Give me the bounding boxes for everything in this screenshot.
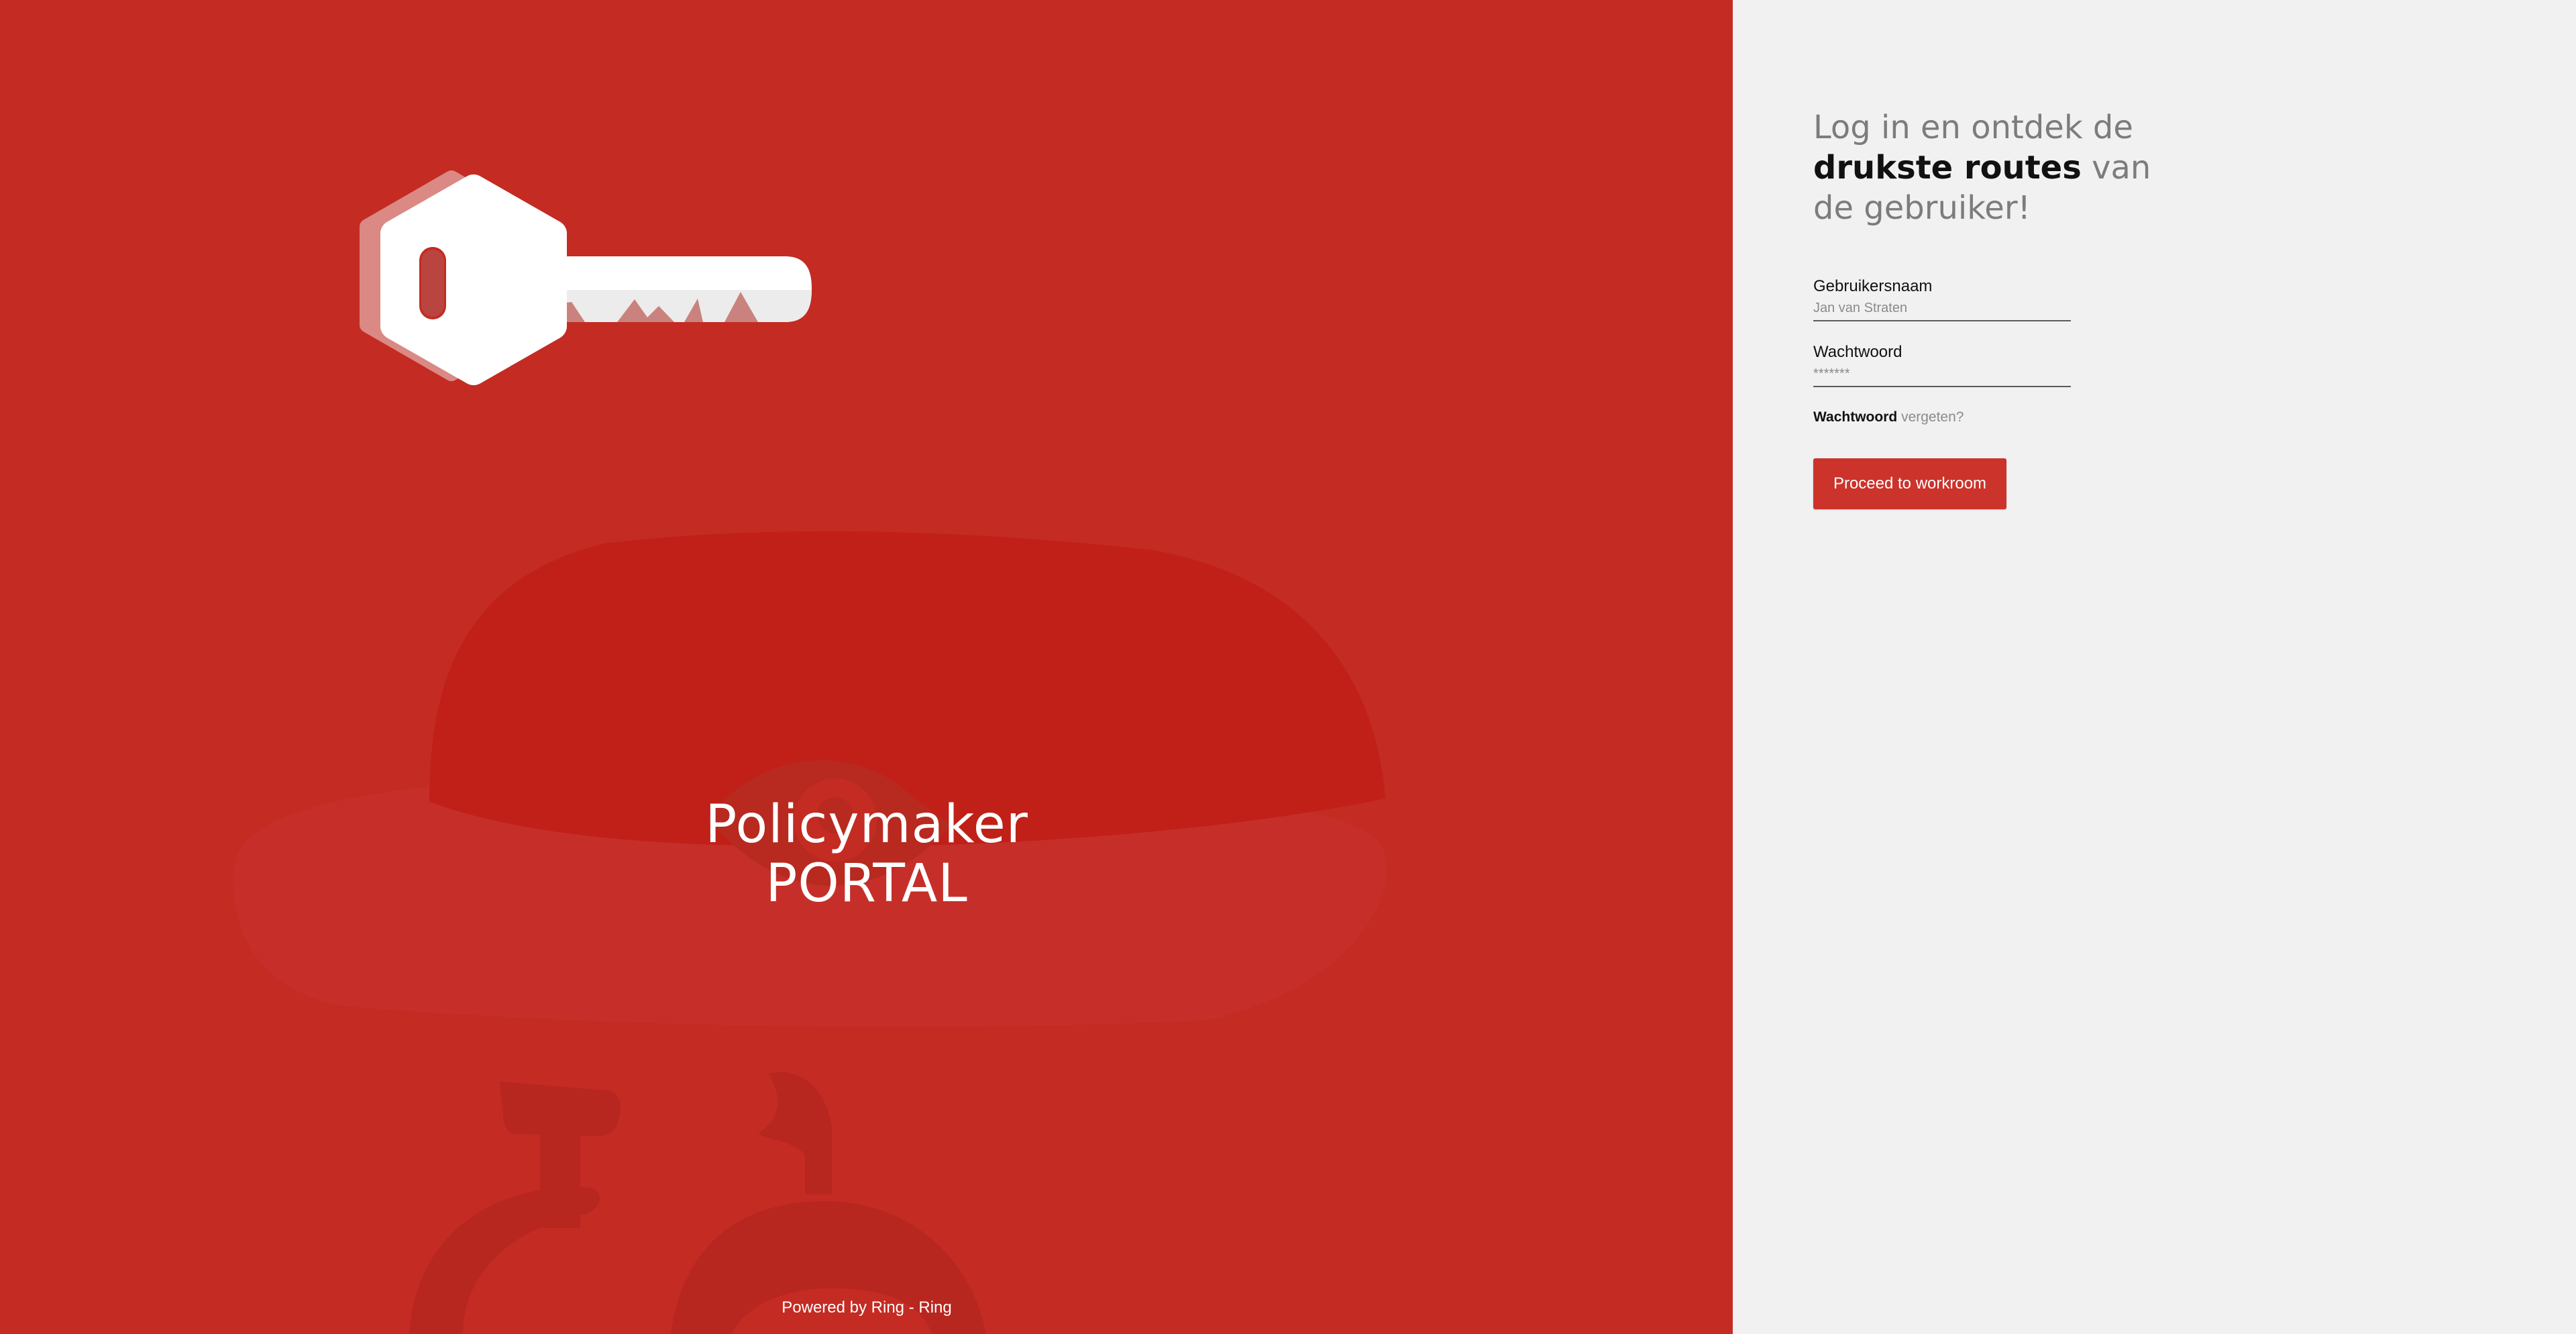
login-tagline: Log in en ontdek de drukste routes van d…	[1813, 107, 2189, 228]
password-field: Wachtwoord	[1813, 342, 2071, 387]
tagline-text-3: de gebruiker!	[1813, 189, 2031, 227]
bicycle-illustration	[409, 1072, 986, 1334]
brand-panel: Policymaker PORTAL Powered by Ring - Rin…	[0, 0, 1733, 1334]
tagline-highlight: drukste routes	[1813, 149, 2082, 187]
login-panel: Log in en ontdek de drukste routes van d…	[1733, 0, 2576, 1334]
username-label: Gebruikersnaam	[1813, 277, 1933, 295]
password-label: Wachtwoord	[1813, 343, 1902, 361]
tagline-text-1: Log in en ontdek de	[1813, 109, 2133, 146]
portal-title: Policymaker PORTAL	[665, 795, 1068, 913]
forgot-password-link[interactable]: Wachtwoord vergeten?	[1813, 408, 1964, 427]
proceed-to-workroom-button[interactable]: Proceed to workroom	[1813, 458, 2006, 509]
portal-title-line2: PORTAL	[765, 854, 968, 914]
forgot-password-rest: vergeten?	[1901, 409, 1964, 425]
username-field: Gebruikersnaam	[1813, 276, 2071, 321]
password-input[interactable]	[1813, 364, 2071, 387]
powered-by-text: Powered by Ring - Ring	[782, 1298, 952, 1317]
portal-title-line1: Policymaker	[705, 794, 1028, 855]
key-icon	[360, 170, 812, 385]
username-input[interactable]	[1813, 298, 2071, 321]
tagline-text-2: van	[2092, 149, 2151, 187]
background-illustration	[233, 531, 1387, 1334]
helmet-illustration	[233, 531, 1387, 1027]
forgot-password-bold: Wachtwoord	[1813, 409, 1898, 425]
